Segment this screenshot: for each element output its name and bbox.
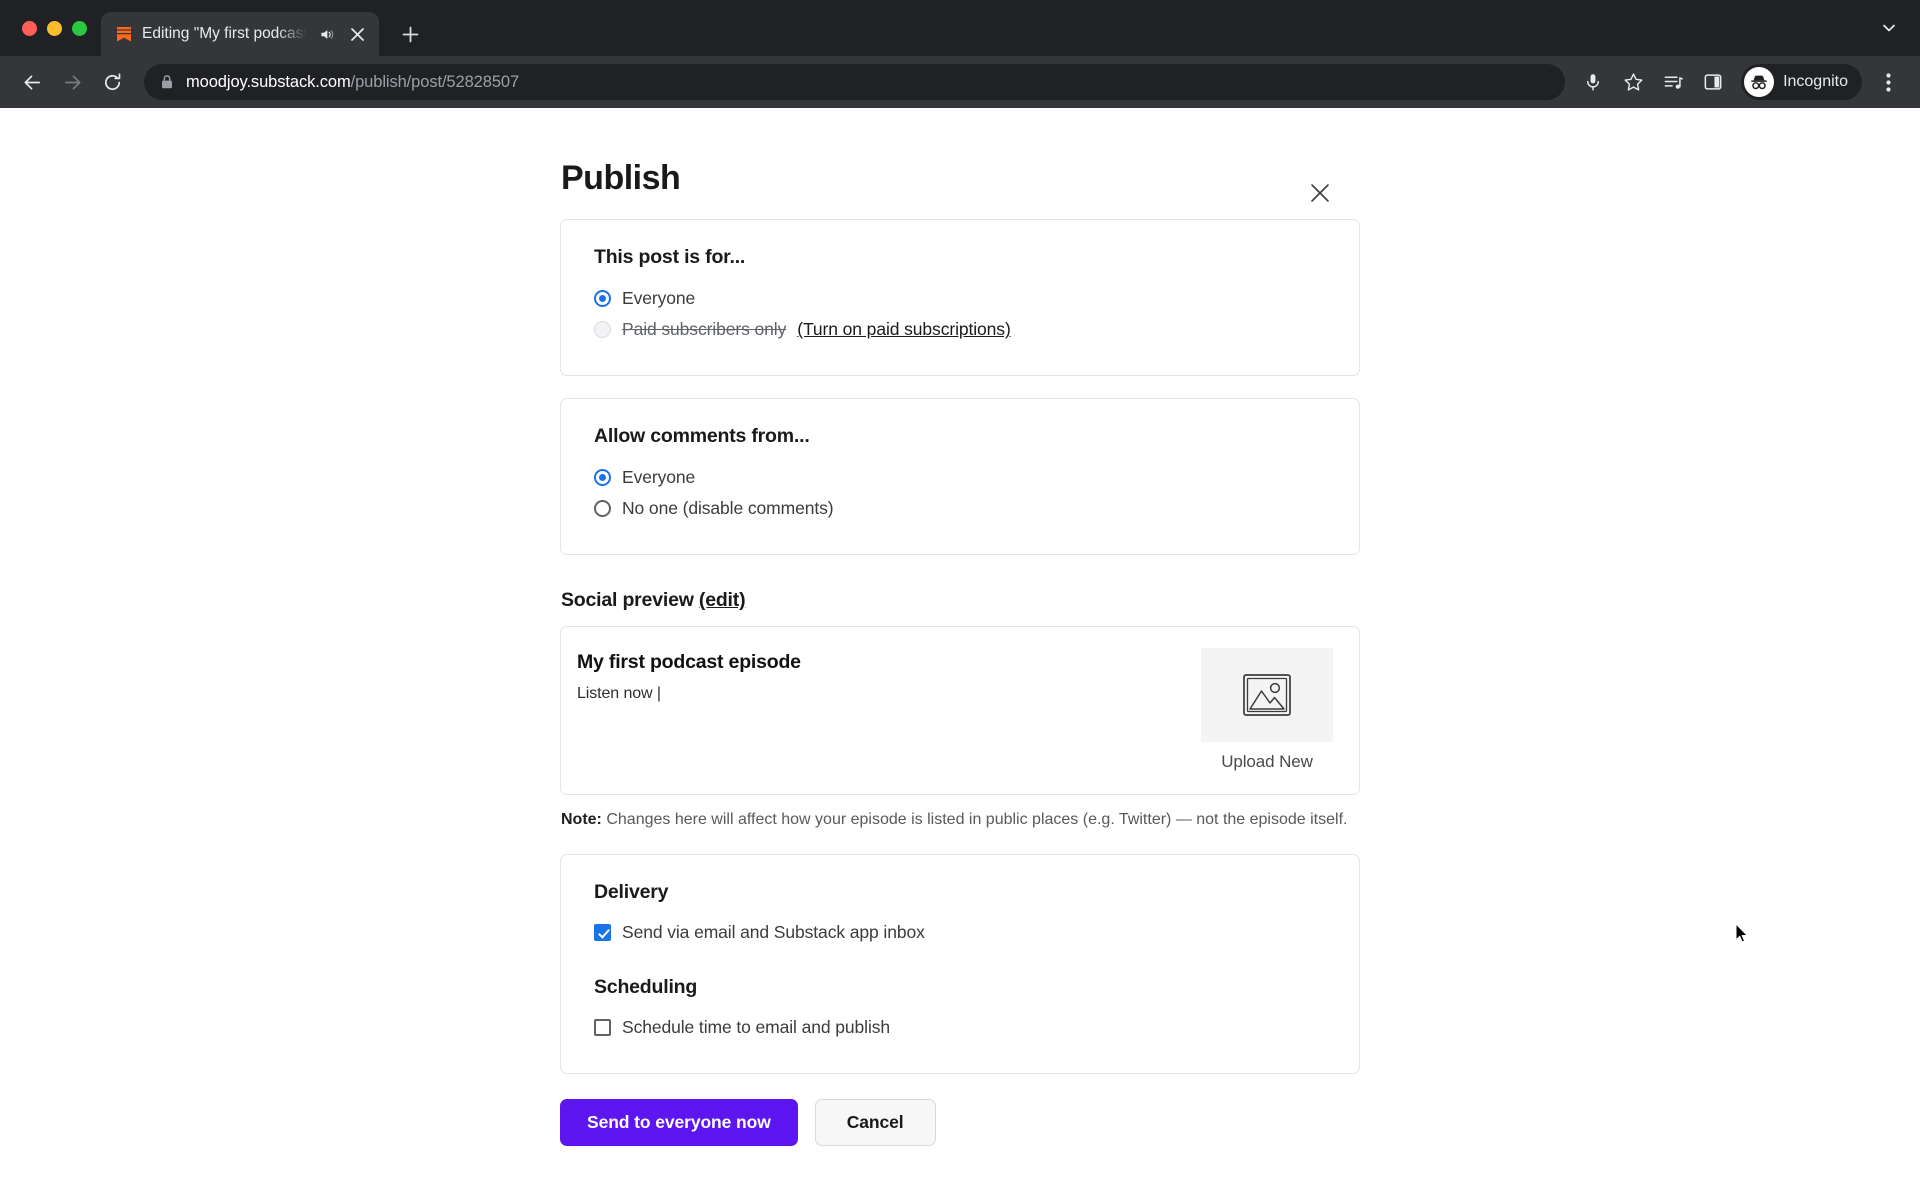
tab-close-icon[interactable]: [345, 22, 369, 46]
turn-on-paid-subscriptions-link[interactable]: (Turn on paid subscriptions): [797, 319, 1011, 340]
publish-modal: Publish This post is for... Everyone Pai…: [560, 108, 1360, 1186]
microphone-icon[interactable]: [1575, 64, 1611, 100]
modal-footer: Send to everyone now Cancel: [560, 1098, 1360, 1186]
incognito-icon: [1744, 67, 1775, 97]
radio-icon[interactable]: [594, 500, 611, 518]
social-preview-title: My first podcast episode: [577, 651, 801, 674]
side-panel-icon[interactable]: [1695, 64, 1731, 100]
delivery-heading: Delivery: [594, 880, 669, 903]
window-traffic-lights: [14, 0, 101, 56]
reload-icon[interactable]: [94, 64, 130, 100]
social-preview-card: My first podcast episode Listen now | Up…: [560, 626, 1360, 796]
window-zoom-button[interactable]: [72, 20, 87, 36]
audience-option-paid[interactable]: Paid subscribers only (Turn on paid subsc…: [594, 314, 1326, 345]
browser-window: Editing "My first podcast e moodjoy.subs…: [0, 0, 1920, 1200]
new-tab-button[interactable]: [393, 17, 427, 51]
address-bar[interactable]: moodjoy.substack.com/publish/post/528285…: [144, 64, 1566, 100]
tabstrip-right-controls: [1872, 0, 1906, 56]
comments-option-everyone[interactable]: Everyone: [594, 462, 1326, 493]
note-prefix: Note:: [561, 811, 602, 829]
page-title: Publish: [561, 159, 681, 197]
window-minimize-button[interactable]: [47, 20, 62, 36]
upload-new-button[interactable]: Upload New: [1221, 752, 1313, 772]
page-content: Publish This post is for... Everyone Pai…: [0, 108, 1920, 1200]
browser-toolbar: moodjoy.substack.com/publish/post/528285…: [0, 56, 1920, 108]
radio-icon: [594, 321, 611, 339]
profile-label: Incognito: [1783, 73, 1848, 90]
bookmark-star-icon[interactable]: [1615, 64, 1651, 100]
back-arrow-icon[interactable]: [14, 64, 50, 100]
social-preview-heading: Social preview (edit): [560, 589, 1360, 612]
browser-tab-title: Editing "My first podcast e: [142, 25, 307, 42]
delivery-scheduling-card: Delivery Send via email and Substack app…: [560, 853, 1360, 1074]
media-playlist-icon[interactable]: [1655, 64, 1691, 100]
social-preview-image-column: Upload New: [1201, 647, 1333, 772]
mouse-cursor: [1735, 922, 1749, 944]
address-bar-path: /publish/post/52828507: [350, 72, 520, 91]
scheduling-checkbox-label: Schedule time to email and publish: [622, 1016, 891, 1037]
social-preview-edit-link[interactable]: (edit): [699, 589, 746, 611]
scheduling-checkbox-row[interactable]: Schedule time to email and publish: [594, 1012, 1326, 1043]
profile-incognito-chip[interactable]: Incognito: [1741, 64, 1862, 100]
tab-search-chevron-down-icon[interactable]: [1872, 11, 1906, 45]
send-to-everyone-now-button[interactable]: Send to everyone now: [560, 1098, 798, 1146]
social-preview-subtitle: Listen now |: [577, 685, 661, 703]
audience-option-label: Everyone: [622, 288, 696, 309]
comments-option-label: No one (disable comments): [622, 498, 834, 519]
radio-icon[interactable]: [594, 290, 611, 308]
scheduling-heading: Scheduling: [594, 975, 698, 998]
kebab-menu-icon[interactable]: [1870, 64, 1906, 100]
comments-option-label: Everyone: [622, 467, 696, 488]
speaker-playing-icon[interactable]: [316, 24, 336, 44]
social-preview-note: Note: Changes here will affect how your …: [560, 808, 1355, 831]
social-preview-heading-label: Social preview: [561, 589, 694, 612]
note-body: Changes here will affect how your episod…: [601, 811, 1348, 829]
browser-tabstrip: Editing "My first podcast e: [0, 0, 1920, 56]
browser-tab[interactable]: Editing "My first podcast e: [101, 12, 379, 56]
delivery-checkbox-row[interactable]: Send via email and Substack app inbox: [594, 917, 1326, 948]
address-bar-url: moodjoy.substack.com/publish/post/528285…: [186, 73, 519, 92]
checkbox-icon[interactable]: [594, 923, 611, 941]
substack-bookmark-icon: [115, 25, 133, 43]
comments-option-noone[interactable]: No one (disable comments): [594, 493, 1326, 524]
audience-heading: This post is for...: [594, 246, 746, 269]
window-close-button[interactable]: [22, 20, 37, 36]
cancel-button[interactable]: Cancel: [814, 1098, 936, 1146]
audience-card: This post is for... Everyone Paid subscr…: [560, 219, 1360, 377]
delivery-checkbox-label: Send via email and Substack app inbox: [622, 921, 925, 942]
address-bar-host: moodjoy.substack.com: [186, 72, 351, 91]
audience-option-label: Paid subscribers only: [622, 319, 787, 340]
comments-card: Allow comments from... Everyone No one (…: [560, 398, 1360, 556]
audience-option-everyone[interactable]: Everyone: [594, 283, 1326, 314]
checkbox-icon[interactable]: [594, 1018, 611, 1036]
image-placeholder-icon[interactable]: [1201, 648, 1333, 743]
modal-close-icon[interactable]: [1305, 178, 1335, 208]
radio-icon[interactable]: [594, 469, 611, 487]
social-preview-text: My first podcast episode Listen now |: [577, 647, 801, 703]
comments-heading: Allow comments from...: [594, 425, 810, 448]
lock-icon[interactable]: [160, 74, 174, 90]
forward-arrow-icon[interactable]: [54, 64, 90, 100]
